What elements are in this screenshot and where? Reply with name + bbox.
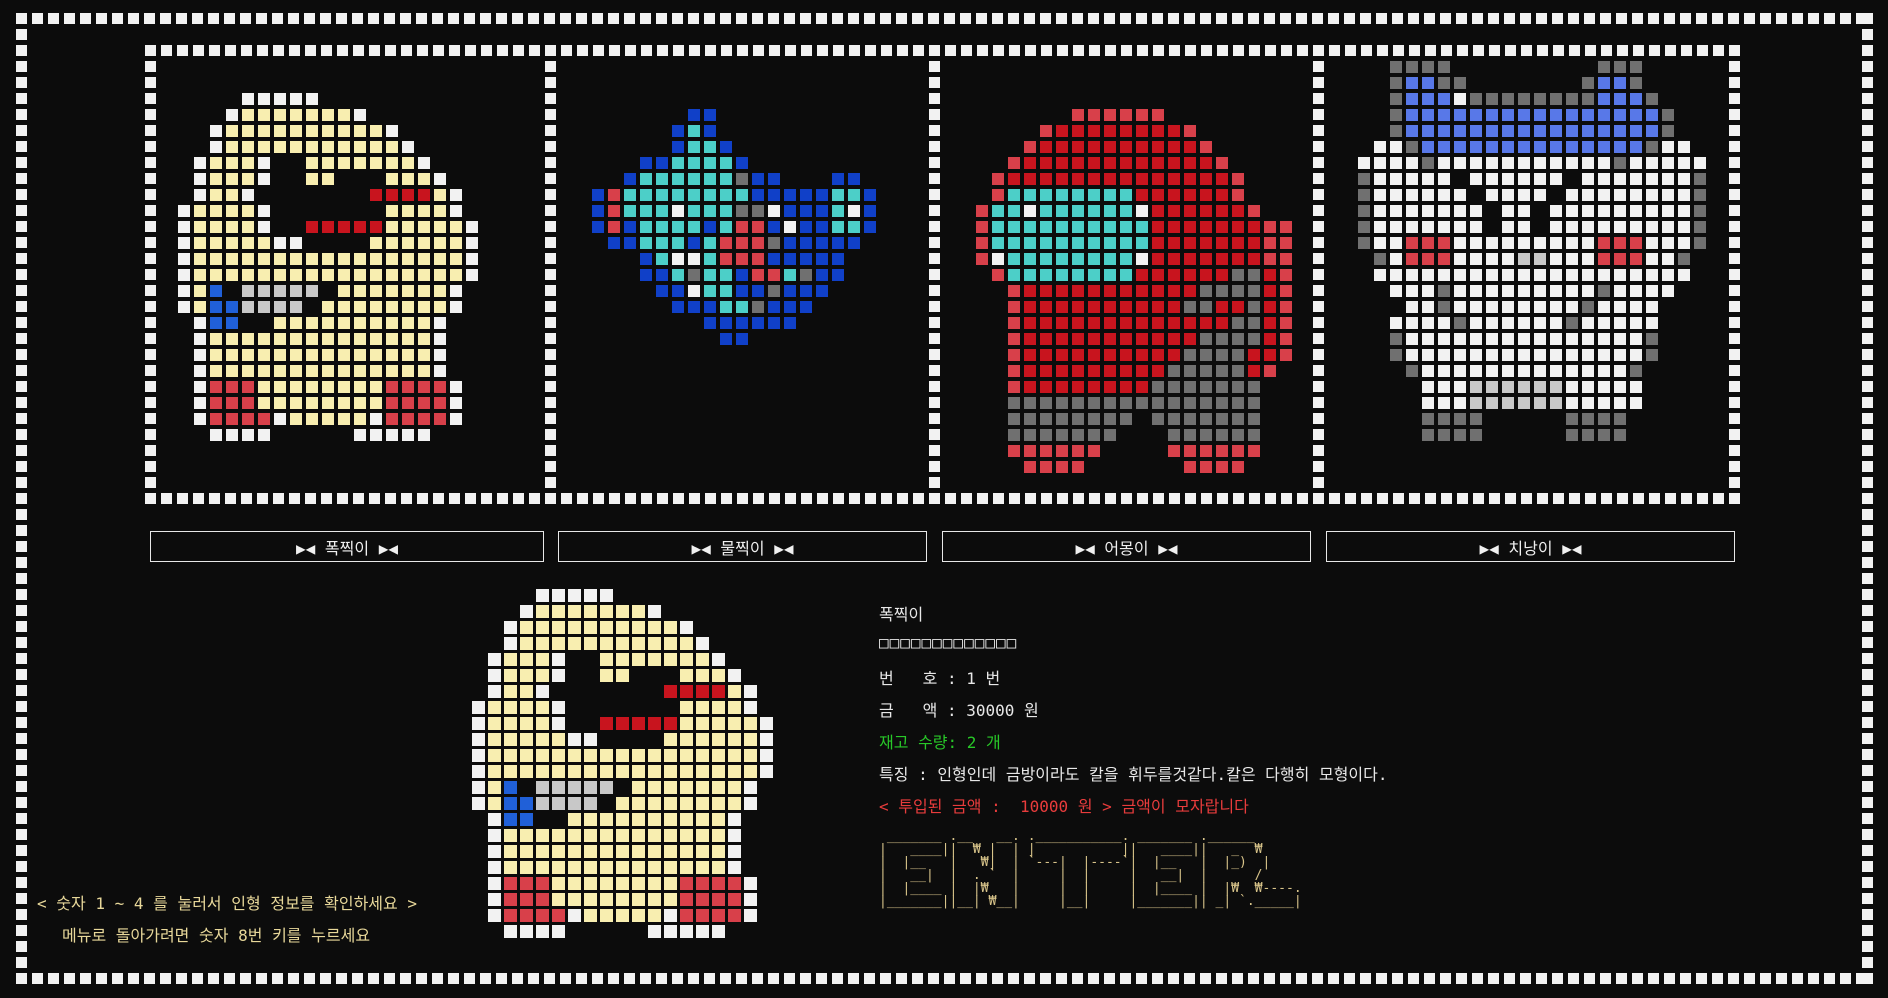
selected-doll-large-sprite [472,589,773,938]
enter-ascii-art: _______ .__ __. .___________. _______ ._… [879,829,1302,909]
detail-stock: 재고 수량: 2 개 [879,733,1001,752]
doll-sprite-chinang [1358,61,1706,441]
detail-feature: 특징 : 인형인데 금방이라도 칼을 휘두를것같다.칼은 다행히 모형이다. [879,765,1388,784]
detail-price: 금 액 : 30000 원 [879,701,1039,720]
doll-sprite-muljjik [592,109,876,345]
detail-inserted-amount: < 투입된 금액 : 10000 원 > 금액이 모자랍니다 [879,797,1249,816]
doll-sprite-pokjjik [178,93,478,441]
doll-name-button-1[interactable]: ▶◀ 폭찍이 ▶◀ [150,531,544,562]
hint-select-number: < 숫자 1 ~ 4 를 눌러서 인형 정보를 확인하세요 > [37,894,418,913]
detail-boxes: □□□□□□□□□□□□□ [879,633,1018,652]
detail-name: 폭찍이 [879,605,924,624]
doll-name-button-2[interactable]: ▶◀ 물찍이 ▶◀ [558,531,927,562]
doll-name-button-4[interactable]: ▶◀ 치낭이 ▶◀ [1326,531,1735,562]
detail-number: 번 호 : 1 번 [879,669,1001,688]
gallery-dotted-frame [145,45,1740,504]
hint-return-menu: 메뉴로 돌아가려면 숫자 8번 키를 누르세요 [62,926,371,945]
doll-sprite-eomong [976,109,1292,473]
doll-name-button-3[interactable]: ▶◀ 어몽이 ▶◀ [942,531,1311,562]
